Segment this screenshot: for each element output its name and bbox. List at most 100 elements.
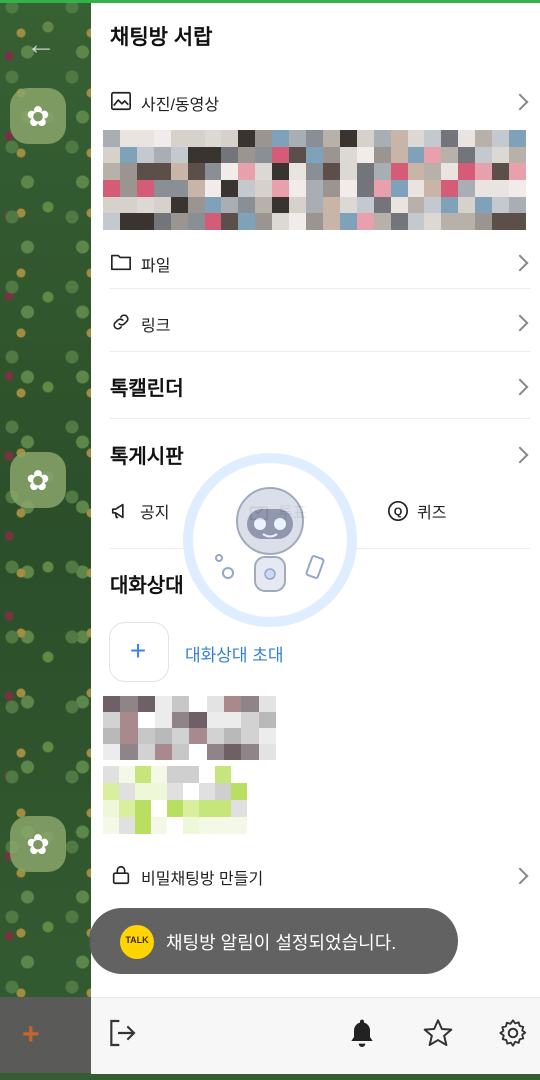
blurred-pixel bbox=[255, 213, 273, 230]
blurred-pixel bbox=[339, 130, 357, 147]
blurred-pixel bbox=[475, 213, 493, 230]
blurred-pixel bbox=[167, 783, 183, 800]
link-icon bbox=[113, 314, 129, 330]
blurred-pixel bbox=[424, 179, 442, 197]
blurred-pixel bbox=[204, 130, 222, 147]
svg-text:Q: Q bbox=[394, 506, 403, 518]
star-icon[interactable] bbox=[422, 1017, 454, 1049]
blurred-pixel bbox=[458, 163, 476, 180]
calendar-row[interactable]: 톡캘린더 bbox=[91, 369, 540, 403]
back-arrow-icon[interactable]: ← bbox=[26, 30, 56, 60]
blurred-pixel bbox=[356, 130, 374, 147]
media-thumbnail-strip[interactable] bbox=[103, 130, 526, 230]
blurred-pixel bbox=[215, 817, 231, 834]
blurred-pixel bbox=[199, 783, 215, 800]
blurred-pixel bbox=[356, 179, 374, 197]
blurred-pixel bbox=[373, 146, 391, 164]
blurred-pixel bbox=[224, 744, 242, 760]
plus-icon[interactable]: + bbox=[109, 622, 167, 680]
toast-message: 채팅방 알림이 설정되었습니다. bbox=[166, 933, 397, 953]
blurred-pixel bbox=[424, 130, 442, 147]
chevron-right-icon bbox=[511, 314, 529, 332]
blurred-pixel bbox=[356, 163, 374, 180]
blurred-pixel bbox=[306, 196, 323, 214]
blurred-pixel bbox=[407, 146, 425, 164]
blurred-pixel bbox=[289, 130, 307, 147]
notice-chip[interactable]: 공지 bbox=[110, 499, 169, 523]
blurred-pixel bbox=[390, 146, 408, 164]
blurred-pixel bbox=[441, 130, 459, 147]
blurred-pixel bbox=[475, 146, 493, 164]
blurred-pixel bbox=[306, 213, 323, 230]
bell-icon[interactable] bbox=[346, 1017, 378, 1049]
blurred-pixel bbox=[206, 712, 225, 728]
file-row[interactable]: 파일 bbox=[91, 248, 540, 276]
blurred-pixel bbox=[241, 712, 259, 728]
blurred-pixel bbox=[151, 766, 167, 783]
blurred-pixel bbox=[136, 163, 154, 180]
link-row[interactable]: 링크 bbox=[91, 308, 540, 336]
blurred-pixel bbox=[441, 196, 459, 214]
blurred-pixel bbox=[458, 179, 476, 197]
divider bbox=[110, 288, 530, 289]
blurred-pixel bbox=[441, 163, 459, 180]
blurred-pixel bbox=[172, 712, 190, 728]
drawer-bottom-bar bbox=[91, 997, 540, 1074]
blurred-pixel bbox=[154, 696, 173, 712]
blurred-pixel bbox=[137, 728, 155, 744]
media-row[interactable]: 사진/동영상 bbox=[91, 87, 540, 115]
member-row-blurred[interactable] bbox=[103, 696, 276, 760]
chevron-right-icon bbox=[511, 93, 529, 111]
blurred-pixel bbox=[441, 213, 459, 230]
blurred-pixel bbox=[151, 800, 167, 817]
blurred-pixel bbox=[238, 146, 256, 164]
media-label: 사진/동영상 bbox=[141, 97, 220, 114]
blurred-pixel bbox=[322, 213, 340, 230]
member-row-blurred[interactable] bbox=[103, 766, 247, 834]
blurred-pixel bbox=[187, 196, 205, 214]
blurred-pixel bbox=[221, 163, 239, 180]
blurred-pixel bbox=[407, 213, 425, 230]
blurred-pixel bbox=[154, 712, 173, 728]
blurred-pixel bbox=[390, 130, 408, 147]
blurred-pixel bbox=[119, 196, 137, 214]
blurred-pixel bbox=[221, 213, 239, 230]
blurred-pixel bbox=[255, 163, 273, 180]
blurred-pixel bbox=[339, 196, 357, 214]
blurred-pixel bbox=[289, 163, 307, 180]
blurred-pixel bbox=[119, 817, 135, 834]
blurred-pixel bbox=[154, 744, 173, 760]
megaphone-icon bbox=[111, 503, 124, 519]
blurred-pixel bbox=[509, 146, 526, 164]
blurred-pixel bbox=[238, 213, 256, 230]
blurred-pixel bbox=[231, 766, 247, 783]
blurred-pixel bbox=[224, 728, 242, 744]
blurred-pixel bbox=[509, 179, 526, 197]
quiz-chip[interactable]: Q 퀴즈 bbox=[387, 499, 446, 523]
secret-chat-row[interactable]: 비밀채팅방 만들기 bbox=[91, 861, 540, 889]
blurred-pixel bbox=[136, 130, 154, 147]
exit-icon[interactable] bbox=[106, 1017, 138, 1049]
blurred-pixel bbox=[221, 130, 239, 147]
blurred-pixel bbox=[119, 213, 137, 230]
invite-label[interactable]: 대화상대 초대 bbox=[185, 641, 284, 666]
robot-mascot-overlay bbox=[183, 453, 357, 627]
blurred-pixel bbox=[339, 213, 357, 230]
blurred-pixel bbox=[258, 696, 276, 712]
blurred-pixel bbox=[135, 766, 151, 783]
gear-icon[interactable] bbox=[497, 1017, 529, 1049]
blurred-pixel bbox=[103, 800, 119, 817]
blurred-pixel bbox=[183, 766, 199, 783]
link-label: 링크 bbox=[141, 318, 171, 335]
blurred-pixel bbox=[137, 744, 155, 760]
blurred-pixel bbox=[255, 146, 273, 164]
blurred-pixel bbox=[204, 179, 222, 197]
blurred-pixel bbox=[255, 130, 273, 147]
blurred-pixel bbox=[390, 163, 408, 180]
blurred-pixel bbox=[424, 146, 442, 164]
blurred-pixel bbox=[424, 163, 442, 180]
blurred-pixel bbox=[238, 179, 256, 197]
blurred-pixel bbox=[206, 744, 225, 760]
blurred-pixel bbox=[509, 213, 526, 230]
blurred-pixel bbox=[390, 179, 408, 197]
